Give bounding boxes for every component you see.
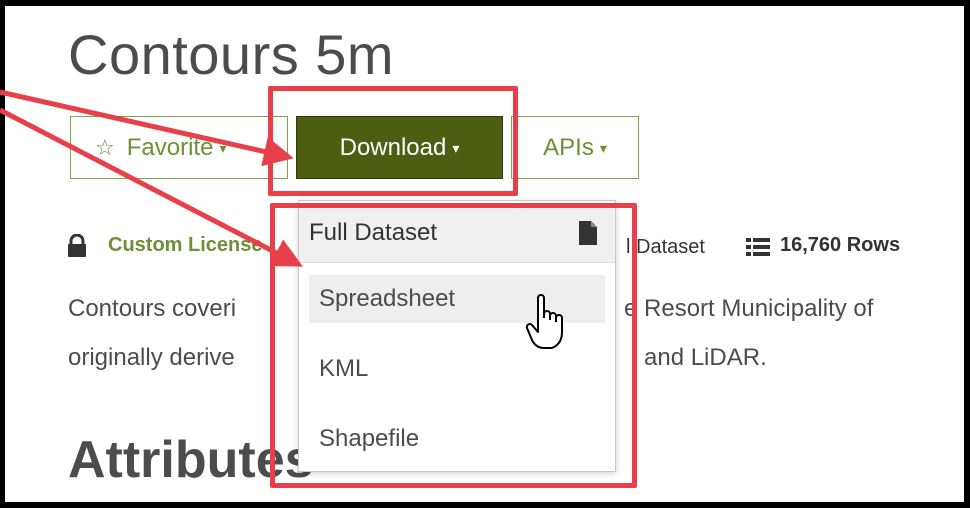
apis-label: APIs (543, 133, 594, 161)
apis-button[interactable]: APIs ▾ (511, 116, 639, 179)
star-icon: ☆ (95, 134, 115, 160)
list-icon (746, 238, 770, 256)
lock-icon (68, 234, 86, 257)
page-title: Contours 5m (68, 23, 395, 86)
favorite-button[interactable]: ☆ Favorite ▾ (70, 116, 288, 179)
menu-highlight-box (270, 203, 637, 488)
rows-count: 16,760 Rows (780, 234, 901, 256)
description-line-1-left: Contours coveri (68, 295, 237, 322)
description-line-1: Contours coveri (68, 295, 236, 323)
download-highlight-box (268, 86, 518, 196)
favorite-label: Favorite (126, 133, 214, 161)
chevron-down-icon: ▾ (599, 140, 607, 156)
description-line-1-right: e Resort Municipality of (624, 295, 874, 322)
description-line-2: originally derive (68, 344, 235, 372)
license-link[interactable]: Custom License (108, 234, 262, 257)
description-line-2-right: and LiDAR. (644, 344, 767, 371)
description-line-1-right-wrap: e Resort Municipality of (624, 295, 873, 323)
dataset-type: l Dataset (626, 236, 705, 258)
chevron-down-icon: ▾ (219, 140, 227, 156)
description-line-2-left: originally derive (68, 344, 235, 371)
description-line-2-right-wrap: and LiDAR. (644, 344, 767, 372)
